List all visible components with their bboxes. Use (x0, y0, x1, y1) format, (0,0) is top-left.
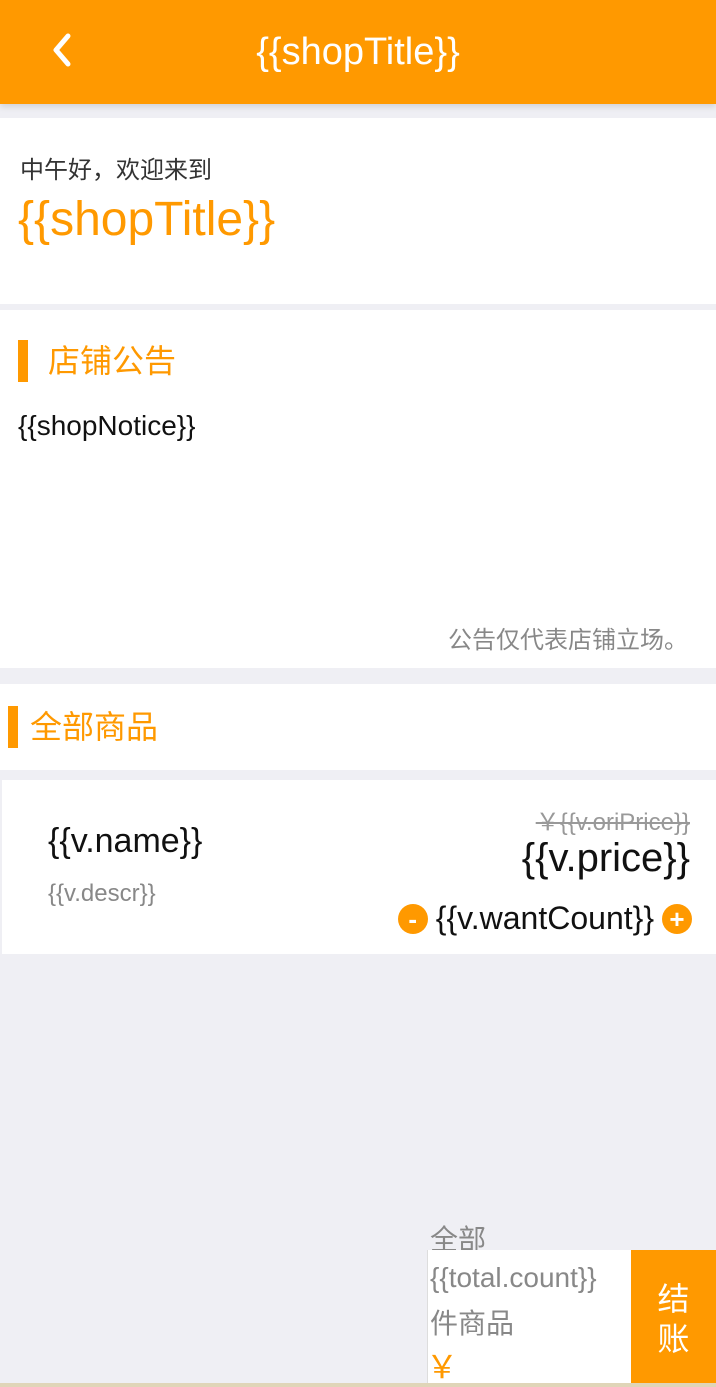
increase-quantity-button[interactable]: + (662, 903, 692, 934)
product-price: {{v.price}} (521, 836, 690, 880)
back-button[interactable] (40, 28, 84, 72)
notice-card: 店铺公告 {{shopNotice}} 公告仅代表店铺立场。 (0, 310, 716, 668)
product-description: {{v.descr}} (48, 880, 156, 907)
quantity-stepper: - {{v.wantCount}} + (397, 900, 692, 937)
bottom-divider (0, 1383, 716, 1387)
section-accent-bar (18, 340, 28, 382)
section-accent-bar (8, 706, 18, 748)
greeting-text: 中午好，欢迎来到 (20, 156, 212, 184)
shop-name: {{shopTitle}} (18, 193, 276, 246)
checkout-label-line1: 结 (657, 1279, 690, 1318)
top-header: {{shopTitle}} (0, 0, 716, 104)
product-item[interactable]: {{v.name}} {{v.descr}} ￥{{v.oriPrice}} {… (2, 780, 716, 954)
products-heading: 全部商品 (30, 708, 159, 746)
original-price: ￥{{v.oriPrice}} (535, 809, 690, 836)
want-count: {{v.wantCount}} (435, 900, 654, 936)
products-header: 全部商品 (0, 684, 716, 770)
cart-unit: 件商品 (430, 1307, 515, 1340)
page: {{shopTitle}} 中午好，欢迎来到 {{shopTitle}} 店铺公… (0, 0, 716, 1387)
notice-heading: 店铺公告 (48, 342, 177, 380)
product-name: {{v.name}} (48, 822, 203, 860)
welcome-card: 中午好，欢迎来到 {{shopTitle}} (0, 118, 716, 304)
notice-footnote: 公告仅代表店铺立场。 (448, 626, 688, 654)
checkout-button[interactable]: 结 账 (631, 1250, 716, 1387)
cart-count: {{total.count}} (430, 1262, 597, 1293)
cart-summary: {{total.count}} 件商品 ￥ (426, 1250, 631, 1387)
header-title: {{shopTitle}} (256, 30, 460, 73)
cart-currency: ￥ (426, 1349, 459, 1385)
chevron-left-icon (53, 33, 71, 67)
decrease-quantity-button[interactable]: - (397, 903, 428, 934)
checkout-label-line2: 账 (657, 1319, 690, 1358)
notice-body: {{shopNotice}} (18, 410, 196, 441)
